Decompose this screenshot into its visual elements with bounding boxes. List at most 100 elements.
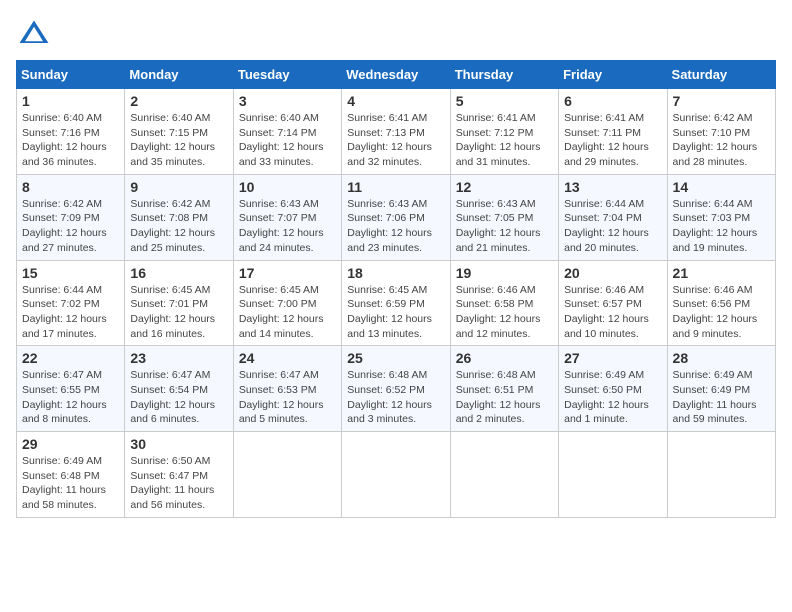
day-number: 1: [22, 93, 119, 109]
day-number: 20: [564, 265, 661, 281]
day-cell-19: 19 Sunrise: 6:46 AMSunset: 6:58 PMDaylig…: [450, 260, 558, 346]
day-info: Sunrise: 6:45 AMSunset: 7:01 PMDaylight:…: [130, 284, 215, 340]
day-cell-27: 27 Sunrise: 6:49 AMSunset: 6:50 PMDaylig…: [559, 346, 667, 432]
day-info: Sunrise: 6:46 AMSunset: 6:57 PMDaylight:…: [564, 284, 649, 340]
day-number: 25: [347, 350, 444, 366]
day-info: Sunrise: 6:48 AMSunset: 6:51 PMDaylight:…: [456, 369, 541, 425]
empty-cell: [342, 432, 450, 518]
day-cell-28: 28 Sunrise: 6:49 AMSunset: 6:49 PMDaylig…: [667, 346, 775, 432]
day-number: 5: [456, 93, 553, 109]
day-cell-16: 16 Sunrise: 6:45 AMSunset: 7:01 PMDaylig…: [125, 260, 233, 346]
day-info: Sunrise: 6:44 AMSunset: 7:04 PMDaylight:…: [564, 198, 649, 254]
day-info: Sunrise: 6:44 AMSunset: 7:03 PMDaylight:…: [673, 198, 758, 254]
column-header-wednesday: Wednesday: [342, 61, 450, 89]
day-info: Sunrise: 6:45 AMSunset: 7:00 PMDaylight:…: [239, 284, 324, 340]
day-info: Sunrise: 6:48 AMSunset: 6:52 PMDaylight:…: [347, 369, 432, 425]
day-info: Sunrise: 6:47 AMSunset: 6:55 PMDaylight:…: [22, 369, 107, 425]
day-cell-20: 20 Sunrise: 6:46 AMSunset: 6:57 PMDaylig…: [559, 260, 667, 346]
day-number: 15: [22, 265, 119, 281]
day-number: 27: [564, 350, 661, 366]
day-number: 26: [456, 350, 553, 366]
day-info: Sunrise: 6:40 AMSunset: 7:15 PMDaylight:…: [130, 112, 215, 168]
day-cell-21: 21 Sunrise: 6:46 AMSunset: 6:56 PMDaylig…: [667, 260, 775, 346]
day-info: Sunrise: 6:41 AMSunset: 7:13 PMDaylight:…: [347, 112, 432, 168]
day-number: 9: [130, 179, 227, 195]
column-header-tuesday: Tuesday: [233, 61, 341, 89]
day-cell-22: 22 Sunrise: 6:47 AMSunset: 6:55 PMDaylig…: [17, 346, 125, 432]
day-cell-25: 25 Sunrise: 6:48 AMSunset: 6:52 PMDaylig…: [342, 346, 450, 432]
day-info: Sunrise: 6:43 AMSunset: 7:06 PMDaylight:…: [347, 198, 432, 254]
day-cell-18: 18 Sunrise: 6:45 AMSunset: 6:59 PMDaylig…: [342, 260, 450, 346]
day-cell-5: 5 Sunrise: 6:41 AMSunset: 7:12 PMDayligh…: [450, 89, 558, 175]
day-number: 16: [130, 265, 227, 281]
day-info: Sunrise: 6:44 AMSunset: 7:02 PMDaylight:…: [22, 284, 107, 340]
day-number: 21: [673, 265, 770, 281]
day-number: 3: [239, 93, 336, 109]
column-header-friday: Friday: [559, 61, 667, 89]
column-header-thursday: Thursday: [450, 61, 558, 89]
day-info: Sunrise: 6:47 AMSunset: 6:54 PMDaylight:…: [130, 369, 215, 425]
day-info: Sunrise: 6:43 AMSunset: 7:05 PMDaylight:…: [456, 198, 541, 254]
logo: [16, 16, 56, 52]
day-info: Sunrise: 6:49 AMSunset: 6:50 PMDaylight:…: [564, 369, 649, 425]
day-number: 10: [239, 179, 336, 195]
column-header-sunday: Sunday: [17, 61, 125, 89]
day-info: Sunrise: 6:40 AMSunset: 7:16 PMDaylight:…: [22, 112, 107, 168]
day-cell-2: 2 Sunrise: 6:40 AMSunset: 7:15 PMDayligh…: [125, 89, 233, 175]
day-cell-23: 23 Sunrise: 6:47 AMSunset: 6:54 PMDaylig…: [125, 346, 233, 432]
day-number: 29: [22, 436, 119, 452]
day-info: Sunrise: 6:49 AMSunset: 6:48 PMDaylight:…: [22, 455, 106, 511]
empty-cell: [233, 432, 341, 518]
day-number: 22: [22, 350, 119, 366]
day-number: 24: [239, 350, 336, 366]
day-info: Sunrise: 6:47 AMSunset: 6:53 PMDaylight:…: [239, 369, 324, 425]
day-cell-15: 15 Sunrise: 6:44 AMSunset: 7:02 PMDaylig…: [17, 260, 125, 346]
day-info: Sunrise: 6:49 AMSunset: 6:49 PMDaylight:…: [673, 369, 757, 425]
day-info: Sunrise: 6:46 AMSunset: 6:56 PMDaylight:…: [673, 284, 758, 340]
day-cell-11: 11 Sunrise: 6:43 AMSunset: 7:06 PMDaylig…: [342, 174, 450, 260]
day-number: 14: [673, 179, 770, 195]
day-info: Sunrise: 6:42 AMSunset: 7:08 PMDaylight:…: [130, 198, 215, 254]
day-cell-14: 14 Sunrise: 6:44 AMSunset: 7:03 PMDaylig…: [667, 174, 775, 260]
day-number: 7: [673, 93, 770, 109]
day-info: Sunrise: 6:45 AMSunset: 6:59 PMDaylight:…: [347, 284, 432, 340]
calendar-header-row: SundayMondayTuesdayWednesdayThursdayFrid…: [17, 61, 776, 89]
day-info: Sunrise: 6:50 AMSunset: 6:47 PMDaylight:…: [130, 455, 214, 511]
day-info: Sunrise: 6:42 AMSunset: 7:10 PMDaylight:…: [673, 112, 758, 168]
day-cell-7: 7 Sunrise: 6:42 AMSunset: 7:10 PMDayligh…: [667, 89, 775, 175]
day-cell-9: 9 Sunrise: 6:42 AMSunset: 7:08 PMDayligh…: [125, 174, 233, 260]
calendar-week-1: 1 Sunrise: 6:40 AMSunset: 7:16 PMDayligh…: [17, 89, 776, 175]
day-number: 4: [347, 93, 444, 109]
calendar-week-2: 8 Sunrise: 6:42 AMSunset: 7:09 PMDayligh…: [17, 174, 776, 260]
day-cell-26: 26 Sunrise: 6:48 AMSunset: 6:51 PMDaylig…: [450, 346, 558, 432]
page-header: [16, 16, 776, 52]
day-cell-12: 12 Sunrise: 6:43 AMSunset: 7:05 PMDaylig…: [450, 174, 558, 260]
calendar-week-5: 29 Sunrise: 6:49 AMSunset: 6:48 PMDaylig…: [17, 432, 776, 518]
day-number: 6: [564, 93, 661, 109]
day-number: 17: [239, 265, 336, 281]
day-cell-1: 1 Sunrise: 6:40 AMSunset: 7:16 PMDayligh…: [17, 89, 125, 175]
calendar-week-3: 15 Sunrise: 6:44 AMSunset: 7:02 PMDaylig…: [17, 260, 776, 346]
day-number: 12: [456, 179, 553, 195]
calendar-body: 1 Sunrise: 6:40 AMSunset: 7:16 PMDayligh…: [17, 89, 776, 518]
day-number: 18: [347, 265, 444, 281]
day-info: Sunrise: 6:41 AMSunset: 7:12 PMDaylight:…: [456, 112, 541, 168]
column-header-monday: Monday: [125, 61, 233, 89]
day-number: 2: [130, 93, 227, 109]
day-number: 28: [673, 350, 770, 366]
day-cell-4: 4 Sunrise: 6:41 AMSunset: 7:13 PMDayligh…: [342, 89, 450, 175]
empty-cell: [450, 432, 558, 518]
day-number: 19: [456, 265, 553, 281]
day-cell-24: 24 Sunrise: 6:47 AMSunset: 6:53 PMDaylig…: [233, 346, 341, 432]
day-info: Sunrise: 6:46 AMSunset: 6:58 PMDaylight:…: [456, 284, 541, 340]
empty-cell: [667, 432, 775, 518]
day-cell-29: 29 Sunrise: 6:49 AMSunset: 6:48 PMDaylig…: [17, 432, 125, 518]
day-cell-6: 6 Sunrise: 6:41 AMSunset: 7:11 PMDayligh…: [559, 89, 667, 175]
logo-icon: [16, 16, 52, 52]
day-number: 30: [130, 436, 227, 452]
calendar-week-4: 22 Sunrise: 6:47 AMSunset: 6:55 PMDaylig…: [17, 346, 776, 432]
day-cell-10: 10 Sunrise: 6:43 AMSunset: 7:07 PMDaylig…: [233, 174, 341, 260]
day-info: Sunrise: 6:42 AMSunset: 7:09 PMDaylight:…: [22, 198, 107, 254]
day-cell-13: 13 Sunrise: 6:44 AMSunset: 7:04 PMDaylig…: [559, 174, 667, 260]
column-header-saturday: Saturday: [667, 61, 775, 89]
